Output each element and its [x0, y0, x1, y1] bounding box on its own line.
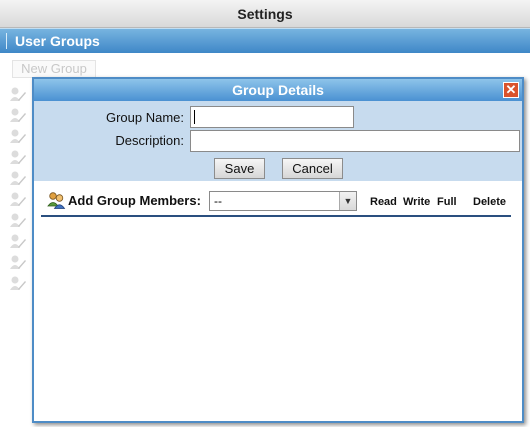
- user-pencil-icon: [9, 273, 27, 294]
- user-pencil-icon: [9, 252, 27, 273]
- members-select[interactable]: --: [209, 191, 357, 211]
- group-list-icons: [9, 84, 27, 294]
- user-pencil-icon: [9, 168, 27, 189]
- group-name-label: Group Name:: [105, 110, 184, 125]
- dialog-title-bar[interactable]: Group Details ✕: [34, 79, 522, 101]
- group-details-dialog: Group Details ✕ Group Name: Description:…: [32, 77, 524, 423]
- column-delete: Delete: [473, 196, 507, 208]
- user-pencil-icon: [9, 231, 27, 252]
- header-separator: [6, 33, 7, 49]
- column-read: Read: [370, 196, 397, 208]
- description-input[interactable]: [190, 130, 520, 152]
- dialog-title: Group Details: [232, 82, 324, 98]
- user-pencil-icon: [9, 105, 27, 126]
- user-pencil-icon: [9, 210, 27, 231]
- group-name-input[interactable]: [190, 106, 354, 128]
- add-members-label: Add Group Members:: [68, 193, 201, 208]
- user-pencil-icon: [9, 147, 27, 168]
- user-groups-title: User Groups: [15, 33, 100, 49]
- column-full: Full: [437, 196, 457, 208]
- save-button[interactable]: Save: [214, 158, 265, 179]
- add-members-row: Add Group Members: -- ▼ Read Write Full …: [41, 191, 511, 217]
- user-groups-header: User Groups: [0, 28, 530, 53]
- group-form: Group Name: Description: Save Cancel: [34, 101, 522, 181]
- user-pencil-icon: [9, 126, 27, 147]
- user-pencil-icon: [9, 189, 27, 210]
- user-pencil-icon: [9, 84, 27, 105]
- column-write: Write: [403, 196, 431, 208]
- close-icon[interactable]: ✕: [503, 82, 519, 98]
- settings-title: Settings: [237, 6, 293, 22]
- text-cursor: [194, 110, 195, 124]
- description-label: Description:: [115, 133, 184, 148]
- users-icon: [47, 191, 66, 215]
- settings-header: Settings: [0, 0, 530, 28]
- cancel-button[interactable]: Cancel: [282, 158, 343, 179]
- new-group-button[interactable]: New Group: [12, 60, 96, 78]
